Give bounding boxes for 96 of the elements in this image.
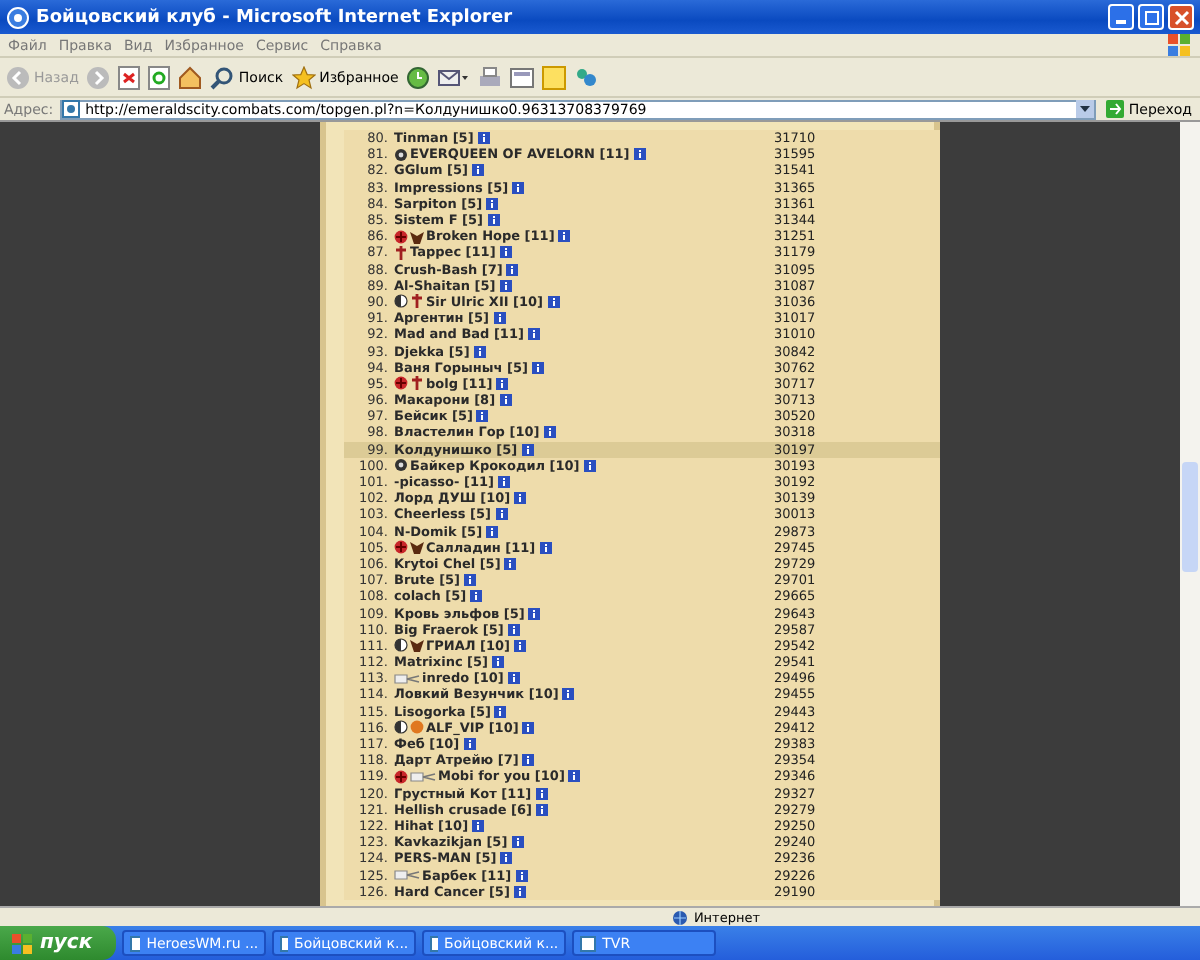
maximize-button[interactable] [1138,4,1164,30]
info-icon[interactable] [477,132,490,145]
seal-icon [394,229,408,244]
info-icon[interactable] [633,148,646,161]
info-icon[interactable] [507,672,520,685]
search-icon [210,65,235,89]
figure-icon [410,540,424,555]
info-icon[interactable] [506,263,519,276]
info-icon[interactable] [568,770,581,783]
info-icon[interactable] [514,492,527,505]
info-icon[interactable] [543,426,556,439]
refresh-icon[interactable] [148,65,171,89]
history-icon[interactable] [406,65,431,89]
info-icon[interactable] [521,443,534,456]
info-icon[interactable] [539,541,552,554]
info-icon[interactable] [504,557,517,570]
info-icon[interactable] [514,639,527,652]
info-icon[interactable] [464,574,477,587]
info-icon[interactable] [558,230,571,243]
seal-icon [394,769,408,784]
info-icon[interactable] [473,345,486,358]
info-icon[interactable] [495,508,508,521]
info-icon[interactable] [547,295,560,308]
info-icon[interactable] [522,721,535,734]
info-icon[interactable] [463,738,476,751]
info-icon[interactable] [500,852,513,865]
half-circle-icon [394,638,408,653]
wings-icon [394,671,420,686]
info-icon[interactable] [472,164,485,177]
info-icon[interactable] [535,787,548,800]
star-icon [291,65,316,89]
info-icon[interactable] [499,279,512,292]
page-icon [130,935,141,951]
info-icon[interactable] [513,885,526,898]
edit-icon[interactable] [510,65,535,89]
cross-icon [410,294,424,309]
sun-icon [410,720,424,735]
home-icon[interactable] [178,65,203,89]
seal-icon [394,376,408,391]
info-icon[interactable] [511,836,524,849]
info-icon[interactable] [470,590,483,603]
windows-logo-icon [1168,34,1192,56]
info-icon[interactable] [486,525,499,538]
cross-icon [410,376,424,391]
info-icon[interactable] [527,328,540,341]
emblem-icon [394,147,408,162]
info-icon[interactable] [486,197,499,210]
wings-icon [410,769,436,784]
half-circle-icon [394,294,408,309]
page-icon [430,935,439,951]
close-button[interactable] [1168,4,1194,30]
info-icon[interactable] [476,410,489,423]
start-button[interactable]: пуск [0,926,117,960]
info-icon[interactable] [499,246,512,259]
window-title: Бойцовский клуб - Microsoft Internet Explorer [36,7,513,27]
maximize-icon [1143,9,1159,25]
info-icon[interactable] [494,705,507,718]
info-icon[interactable] [499,394,512,407]
half-circle-icon [394,720,408,735]
info-icon[interactable] [496,377,509,390]
close-icon [1173,9,1189,25]
info-icon[interactable] [472,819,485,832]
info-icon[interactable] [562,688,575,701]
globe-icon [671,909,688,925]
wings-icon [394,868,420,883]
messenger-icon[interactable] [574,65,599,89]
dropdown-icon[interactable] [1076,100,1095,118]
info-icon[interactable] [536,803,549,816]
info-icon[interactable] [492,656,505,669]
info-icon[interactable] [528,607,541,620]
page-icon [61,100,80,118]
go-arrow-icon [1106,100,1125,118]
print-icon[interactable] [478,65,503,89]
info-icon[interactable] [497,476,510,489]
info-icon[interactable] [583,459,596,472]
info-icon[interactable] [522,754,535,767]
info-icon[interactable] [507,623,520,636]
info-icon[interactable] [512,181,525,194]
seal-icon [394,540,408,555]
cross-icon [394,245,408,260]
mail-icon[interactable] [438,65,471,89]
info-icon[interactable] [531,361,544,374]
stop-icon[interactable] [118,65,141,89]
info-icon[interactable] [487,214,499,227]
page-icon [580,935,597,951]
scrollbar[interactable] [1180,122,1200,906]
page-icon [280,935,289,951]
minimize-icon [1116,20,1126,24]
info-icon[interactable] [515,869,528,882]
info-icon[interactable] [493,312,506,325]
windows-logo-icon [12,933,32,953]
figure-icon [410,229,424,244]
browser-icon [6,5,30,29]
figure-icon [410,638,424,653]
minimize-button[interactable] [1108,4,1134,30]
emblem-icon [394,458,408,473]
